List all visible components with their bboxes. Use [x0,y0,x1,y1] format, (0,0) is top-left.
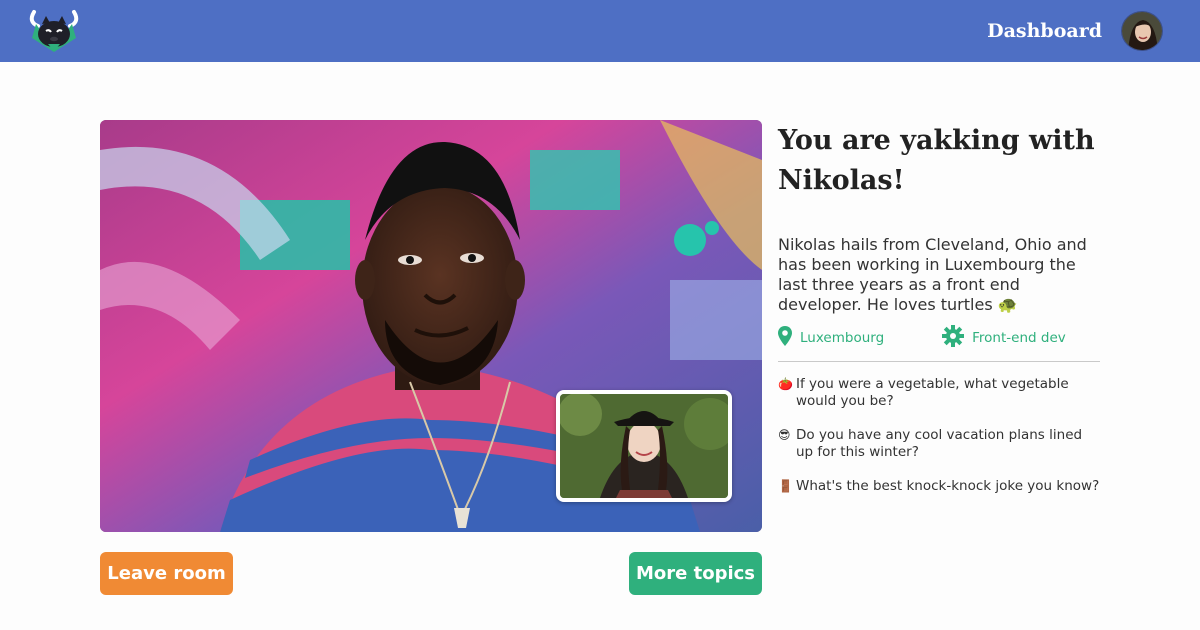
topic-item: 😎 Do you have any cool vacation plans li… [778,427,1100,461]
sunglasses-face-icon: 😎 [778,428,791,442]
topic-text: What's the best knock-knock joke you kno… [796,478,1100,494]
dashboard-link[interactable]: Dashboard [987,20,1102,42]
avatar[interactable] [1121,11,1163,51]
tomato-icon: 🍅 [778,377,793,391]
gear-icon [942,325,965,351]
partner-meta: Luxembourg Front-end dev [778,325,1108,351]
topic-item: 🚪 What's the best knock-knock joke you k… [778,478,1100,495]
map-pin-icon [778,326,792,350]
partner-bio: Nikolas hails from Cleveland, Ohio and h… [778,235,1087,314]
role-label: Front-end dev [972,330,1066,346]
divider [778,361,1100,362]
door-icon: 🚪 [778,479,793,493]
leave-room-button[interactable]: Leave room [100,552,233,595]
more-topics-button[interactable]: More topics [629,552,762,595]
yak-logo-icon[interactable] [26,8,82,54]
role-info: Front-end dev [942,325,1066,351]
self-video-preview[interactable] [556,390,732,502]
topic-text: Do you have any cool vacation plans line… [796,427,1083,460]
location-label: Luxembourg [800,330,885,346]
location-info: Luxembourg [778,326,884,350]
topic-item: 🍅 If you were a vegetable, what vegetabl… [778,376,1100,410]
top-navigation-bar: Dashboard [0,0,1200,62]
topic-text: If you were a vegetable, what vegetable … [796,376,1069,409]
page-title: You are yakking with Nikolas! [778,125,1095,196]
chat-info-panel: You are yakking with Nikolas! Nikolas ha… [778,120,1108,512]
conversation-topics: 🍅 If you were a vegetable, what vegetabl… [778,376,1100,495]
